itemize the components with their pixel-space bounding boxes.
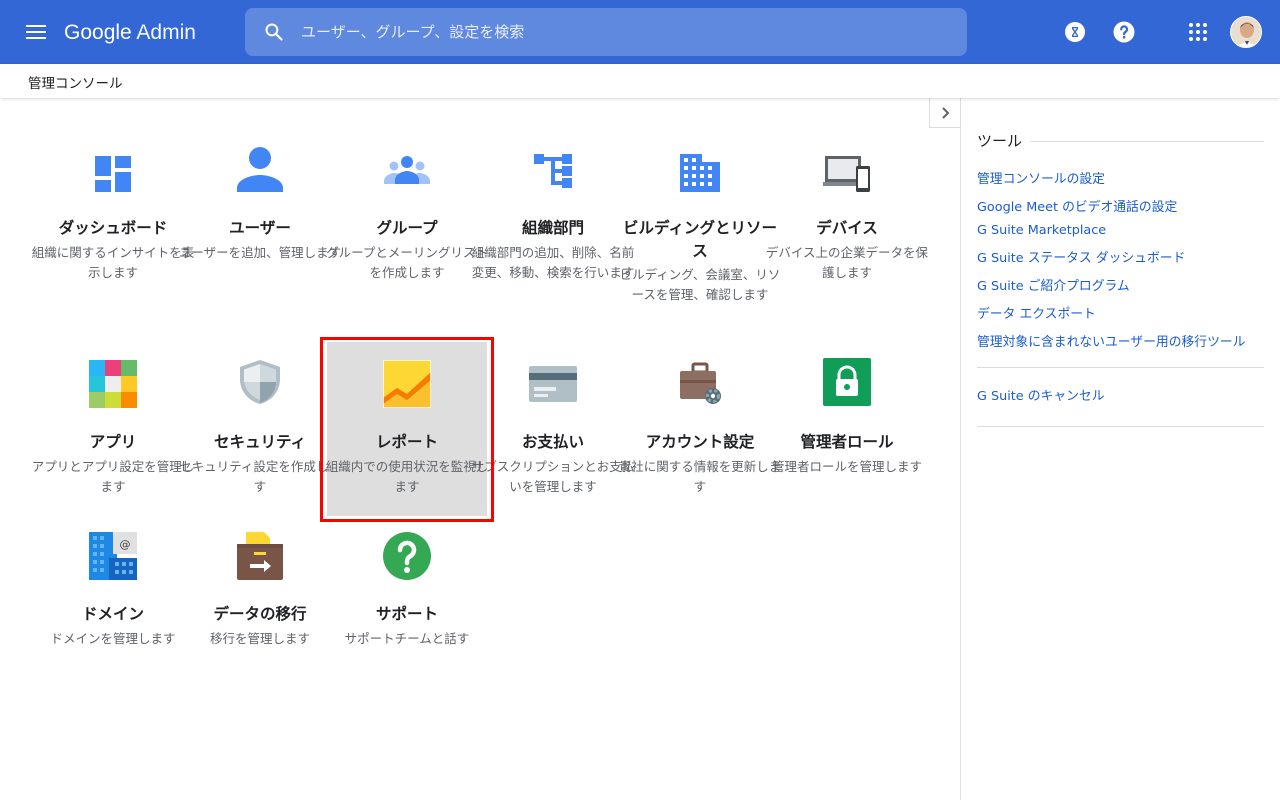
tile-description: ビルディング、会議室、リソースを管理、確認します: [619, 267, 781, 302]
tile-title: セキュリティ: [213, 433, 307, 451]
apps-icon: [89, 360, 137, 408]
breadcrumb-bar: 管理コンソール: [0, 64, 1280, 98]
tool-link-console-settings[interactable]: 管理コンソールの設定: [977, 168, 1105, 187]
breadcrumb[interactable]: 管理コンソール: [28, 72, 123, 92]
collapse-panel-button[interactable]: [929, 98, 961, 128]
tile-description: ドメインを管理します: [50, 631, 176, 646]
tile-title: サポート: [375, 605, 438, 623]
tile-title: 管理者ロール: [800, 433, 894, 451]
domain-icon: @: [89, 532, 137, 580]
tile-description: デバイス上の企業データを保護します: [765, 245, 929, 280]
hourglass-icon[interactable]: [1063, 20, 1087, 44]
dashboard-icon: [95, 156, 131, 192]
search-input[interactable]: [301, 8, 951, 56]
tile-groups[interactable]: グループ グループとメーリングリストを作成します: [326, 142, 488, 292]
apps-grid-icon[interactable]: [1186, 20, 1210, 44]
tools-heading: ツール: [977, 132, 1023, 150]
help-circle-icon: [383, 532, 431, 580]
tile-data-migration[interactable]: データの移行 移行を管理します: [187, 529, 333, 659]
tile-title: ダッシュボード: [58, 219, 168, 237]
briefcase-gear-icon: [680, 362, 721, 404]
chevron-right-icon: [942, 107, 950, 119]
tile-description: 組織部門の追加、削除、名前変更、移動、検索を行います: [471, 245, 635, 280]
tile-title: 組織部門: [521, 219, 584, 237]
tile-description: 組織内での使用状況を監視します: [325, 459, 489, 494]
help-icon[interactable]: [1112, 20, 1136, 44]
tile-description: 組織に関するインサイトを表示します: [31, 245, 195, 280]
divider: [977, 367, 1264, 368]
tool-link-migration-tool[interactable]: 管理対象に含まれないユーザー用の移行ツール: [977, 331, 1245, 350]
panel-divider: [960, 128, 961, 800]
main-menu-icon[interactable]: [20, 20, 52, 44]
tile-security[interactable]: セキュリティ セキュリティ設定を作成します: [179, 356, 341, 506]
tools-heading-rule: [1030, 141, 1264, 142]
devices-icon: [823, 156, 870, 192]
google-admin-logo[interactable]: Google Admin: [64, 19, 196, 47]
tile-admin-roles[interactable]: 管理者ロール 管理者ロールを管理します: [772, 356, 922, 506]
tile-support[interactable]: サポート サポートチームと話す: [334, 529, 480, 659]
tile-description: サブスクリプションとお支払いを管理します: [471, 459, 635, 494]
user-icon: [237, 147, 283, 192]
divider: [977, 426, 1264, 427]
shield-icon: [240, 360, 280, 404]
tile-billing[interactable]: お支払い サブスクリプションとお支払いを管理します: [472, 356, 634, 506]
org-unit-icon: [534, 154, 572, 188]
tile-title: ユーザー: [229, 219, 291, 237]
tool-link-meet-settings[interactable]: Google Meet のビデオ通話の設定: [977, 196, 1177, 215]
tile-title: お支払い: [521, 433, 584, 451]
tile-description: 貴社に関する情報を更新します: [618, 459, 782, 494]
tile-account-settings[interactable]: アカウント設定 貴社に関する情報を更新します: [619, 356, 781, 506]
logo-admin-text: Admin: [136, 21, 196, 44]
tile-dashboard[interactable]: ダッシュボード 組織に関するインサイトを表示します: [32, 142, 194, 292]
tile-domains[interactable]: @ ドメイン ドメインを管理します: [40, 529, 186, 659]
tile-title: ドメイン: [81, 605, 144, 623]
tile-title: デバイス: [816, 219, 878, 237]
tile-title: アカウント設定: [645, 433, 755, 451]
tool-link-data-export[interactable]: データ エクスポート: [977, 303, 1096, 322]
building-icon: [680, 154, 720, 192]
group-icon: [384, 156, 430, 184]
report-chart-icon: [383, 360, 431, 408]
search-icon[interactable]: [264, 22, 284, 42]
credit-card-icon: [529, 366, 577, 402]
tile-title: レポート: [375, 433, 438, 451]
tool-link-status-dashboard[interactable]: G Suite ステータス ダッシュボード: [977, 247, 1185, 266]
lock-icon: [823, 358, 871, 406]
account-avatar[interactable]: [1230, 16, 1262, 48]
tile-description: グループとメーリングリストを作成します: [326, 245, 488, 280]
tile-buildings[interactable]: ビルディングとリソース ビルディング、会議室、リソースを管理、確認します: [620, 142, 780, 332]
tool-link-marketplace[interactable]: G Suite Marketplace: [977, 223, 1106, 238]
search-bar[interactable]: [245, 8, 967, 56]
tool-link-referral-program[interactable]: G Suite ご紹介プログラム: [977, 275, 1130, 294]
admin-console-home: ダッシュボード 組織に関するインサイトを表示します ユーザー ユーザーを追加、管…: [0, 98, 930, 800]
tile-description: 移行を管理します: [209, 631, 310, 646]
logo-google-text: Google: [64, 21, 132, 44]
top-app-bar: Google Admin: [0, 0, 1280, 64]
tile-title: アプリ: [89, 433, 137, 451]
tile-description: アプリとアプリ設定を管理します: [31, 459, 195, 494]
tile-description: セキュリティ設定を作成します: [179, 459, 341, 494]
tile-users[interactable]: ユーザー ユーザーを追加、管理します: [179, 142, 341, 292]
tile-description: 管理者ロールを管理します: [771, 459, 922, 474]
tile-org-units[interactable]: 組織部門 組織部門の追加、削除、名前変更、移動、検索を行います: [472, 142, 634, 312]
tile-description: サポートチームと話す: [344, 631, 470, 646]
tile-reports[interactable]: レポート 組織内での使用状況を監視します: [325, 342, 489, 516]
tile-title: データの移行: [213, 605, 307, 623]
data-migration-icon: [237, 532, 283, 580]
cancel-gsuite-link[interactable]: G Suite のキャンセル: [977, 385, 1105, 404]
tile-description: ユーザーを追加、管理します: [178, 245, 342, 260]
svg-text:@: @: [120, 538, 131, 551]
tile-title: グループ: [376, 219, 438, 237]
tile-apps[interactable]: アプリ アプリとアプリ設定を管理します: [32, 356, 194, 506]
tile-title: ビルディングとリソース: [623, 219, 777, 260]
tile-devices[interactable]: デバイス デバイス上の企業データを保護します: [766, 142, 928, 292]
